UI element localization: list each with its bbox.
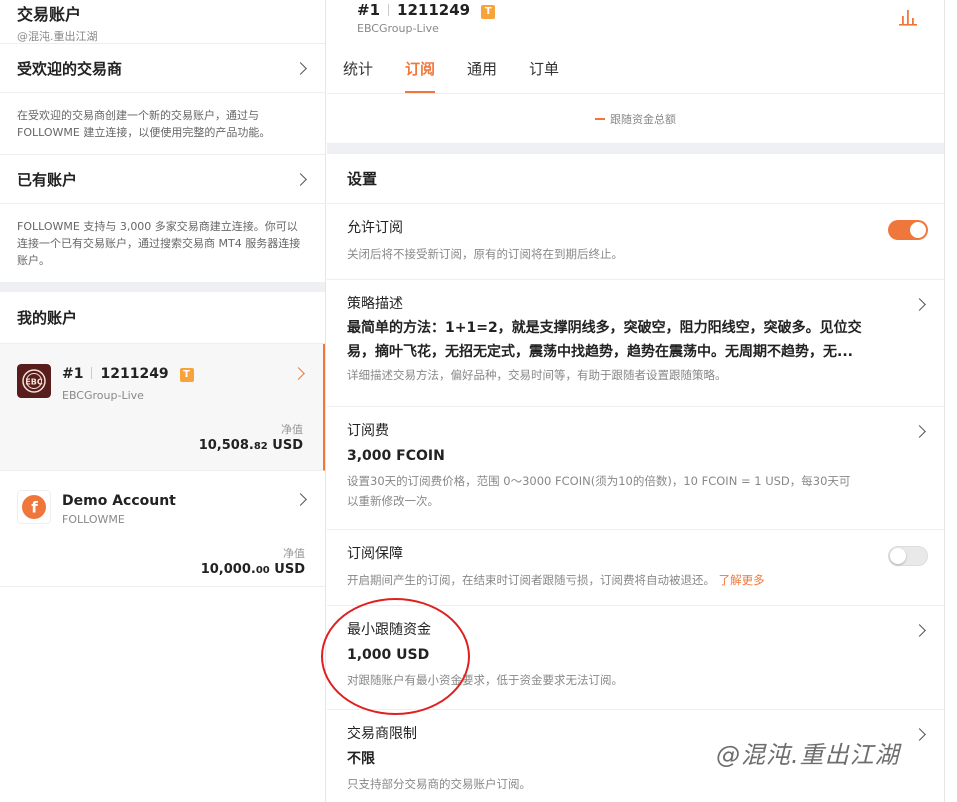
type-badge: T (179, 368, 194, 382)
strategy-description-value: 最简单的方法：1+1=2，就是支撑阴线多，突破空，阻力阳线空，突破多。见位交 易… (347, 316, 924, 364)
account-index: #1 (357, 1, 381, 19)
popular-brokers-desc: 在受欢迎的交易商创建一个新的交易账户，通过与 FOLLOWME 建立连接，以便使… (0, 92, 325, 155)
accounts-header: 交易账户 @混沌.重出江湖 (0, 0, 325, 44)
popular-brokers-label: 受欢迎的交易商 (17, 59, 123, 78)
subscription-guarantee-toggle[interactable] (888, 546, 928, 566)
allow-subscription-row: 允许订阅 关闭后将不接受新订阅，原有的订阅将在到期后终止。 (327, 204, 944, 280)
existing-account-label: 已有账户 (17, 170, 78, 189)
tab-orders[interactable]: 订单 (529, 44, 559, 93)
toggle-knob (890, 548, 906, 564)
account-title: Demo Account (62, 493, 176, 509)
svg-text:f: f (31, 499, 38, 517)
account-broker: EBCGroup-Live (357, 22, 439, 35)
user-handle: @混沌.重出江湖 (17, 30, 98, 43)
detail-header: #1 1211249 T EBCGroup-Live (327, 0, 944, 44)
detail-tabs: 统计 订阅 通用 订单 (327, 44, 944, 94)
net-value-cents: 00 (255, 565, 270, 576)
tab-general[interactable]: 通用 (467, 44, 497, 93)
subscription-fee-value: 3,000 FCOIN (347, 448, 445, 464)
separator (388, 4, 390, 16)
guarantee-hint-text: 开启期间产生的订阅，在结束时订阅者跟随亏损，订阅费将自动被退还。 (347, 573, 715, 587)
net-value-unit: USD (269, 562, 305, 577)
account-index: #1 (62, 366, 84, 382)
subscription-guarantee-row: 订阅保障 开启期间产生的订阅，在结束时订阅者跟随亏损，订阅费将自动被退还。 了解… (327, 530, 944, 606)
allow-subscription-toggle[interactable] (888, 220, 928, 240)
legend-line-icon (595, 117, 605, 120)
fee-hint-line-1: 设置30天的订阅费价格，范围 0～3000 FCOIN(须为10的倍数)，10 … (347, 474, 851, 488)
legend-label: 跟随资金总额 (610, 112, 676, 126)
ebc-logo-icon: EBC (17, 364, 51, 398)
svg-text:EBC: EBC (25, 378, 43, 387)
broker-limit-hint: 只支持部分交易商的交易账户订阅。 (347, 777, 531, 791)
account-number: 1211249 (100, 366, 169, 382)
subscription-guarantee-title: 订阅保障 (347, 546, 403, 562)
net-value-unit: USD (267, 438, 303, 453)
chart-legend: 跟随资金总额 (327, 94, 944, 144)
net-value-label: 净值 (283, 547, 305, 560)
tab-subscription[interactable]: 订阅 (405, 44, 436, 93)
chevron-right-icon (294, 61, 307, 75)
separator (91, 367, 93, 379)
net-value-main: 10,508. (198, 438, 254, 453)
existing-account-desc: FOLLOWME 支持与 3,000 多家交易商建立连接。你可以连接一个已有交易… (0, 203, 325, 282)
account-title: #1 1211249 T (62, 366, 194, 382)
account-card-1211249[interactable]: EBC #1 1211249 T EBCGroup-Live 净值 10,508.… (0, 344, 325, 471)
learn-more-link[interactable]: 了解更多 (719, 573, 765, 587)
chevron-right-icon (294, 172, 307, 186)
toggle-knob (910, 222, 926, 238)
watermark: @混沌.重出江湖 (716, 741, 900, 769)
tab-statistics[interactable]: 统计 (343, 44, 373, 93)
account-broker: FOLLOWME (62, 513, 125, 526)
net-value: 10,508.82 USD (199, 438, 303, 453)
strategy-description-hint: 详细描述交易方法，偏好品种，交易时间等，有助于跟随者设置跟随策略。 (347, 368, 727, 382)
net-value-main: 10,000. (200, 562, 256, 577)
subscription-fee-row[interactable]: 订阅费 3,000 FCOIN 设置30天的订阅费价格，范围 0～3000 FC… (327, 407, 944, 530)
fee-hint-line-2: 以重新修改一次。 (347, 494, 439, 508)
net-value: 10,000.00 USD (201, 562, 305, 577)
allow-subscription-hint: 关闭后将不接受新订阅，原有的订阅将在到期后终止。 (347, 247, 623, 261)
popular-brokers-row[interactable]: 受欢迎的交易商 (0, 44, 325, 92)
bar-chart-icon[interactable] (898, 8, 918, 26)
subscription-fee-hint: 设置30天的订阅费价格，范围 0～3000 FCOIN(须为10的倍数)，10 … (347, 471, 924, 511)
page-title: 交易账户 (17, 5, 82, 24)
subscription-guarantee-hint: 开启期间产生的订阅，在结束时订阅者跟随亏损，订阅费将自动被退还。 了解更多 (347, 570, 924, 590)
subscription-fee-title: 订阅费 (347, 423, 389, 439)
account-broker: EBCGroup-Live (62, 389, 144, 402)
chevron-right-icon (292, 367, 305, 380)
followme-logo-icon: f (17, 490, 51, 524)
divider (327, 144, 944, 154)
strategy-description-row[interactable]: 策略描述 最简单的方法：1+1=2，就是支撑阴线多，突破空，阻力阳线空，突破多。… (327, 280, 944, 407)
accounts-panel: 交易账户 @混沌.重出江湖 受欢迎的交易商 在受欢迎的交易商创建一个新的交易账户… (0, 0, 326, 802)
my-accounts-title: 我的账户 (0, 292, 325, 344)
type-badge: T (481, 5, 496, 19)
account-card-demo[interactable]: f Demo Account FOLLOWME 净值 10,000.00 USD (0, 471, 325, 587)
strategy-line-1: 最简单的方法：1+1=2，就是支撑阴线多，突破空，阻力阳线空，突破多。见位交 (347, 320, 862, 336)
strategy-description-title: 策略描述 (347, 296, 403, 312)
net-value-cents: 82 (253, 441, 268, 452)
allow-subscription-title: 允许订阅 (347, 220, 403, 236)
net-value-label: 净值 (281, 423, 303, 436)
strategy-line-2: 易，摘叶飞花，无招无定式，震荡中找趋势，趋势在震荡中。无周期不趋势，无... (347, 344, 853, 360)
account-title: #1 1211249 T (357, 1, 496, 19)
account-number: 1211249 (397, 1, 471, 19)
divider (0, 282, 325, 292)
highlight-circle (321, 598, 470, 715)
settings-title: 设置 (327, 154, 944, 204)
existing-account-row[interactable]: 已有账户 (0, 155, 325, 203)
chevron-right-icon (294, 493, 307, 506)
